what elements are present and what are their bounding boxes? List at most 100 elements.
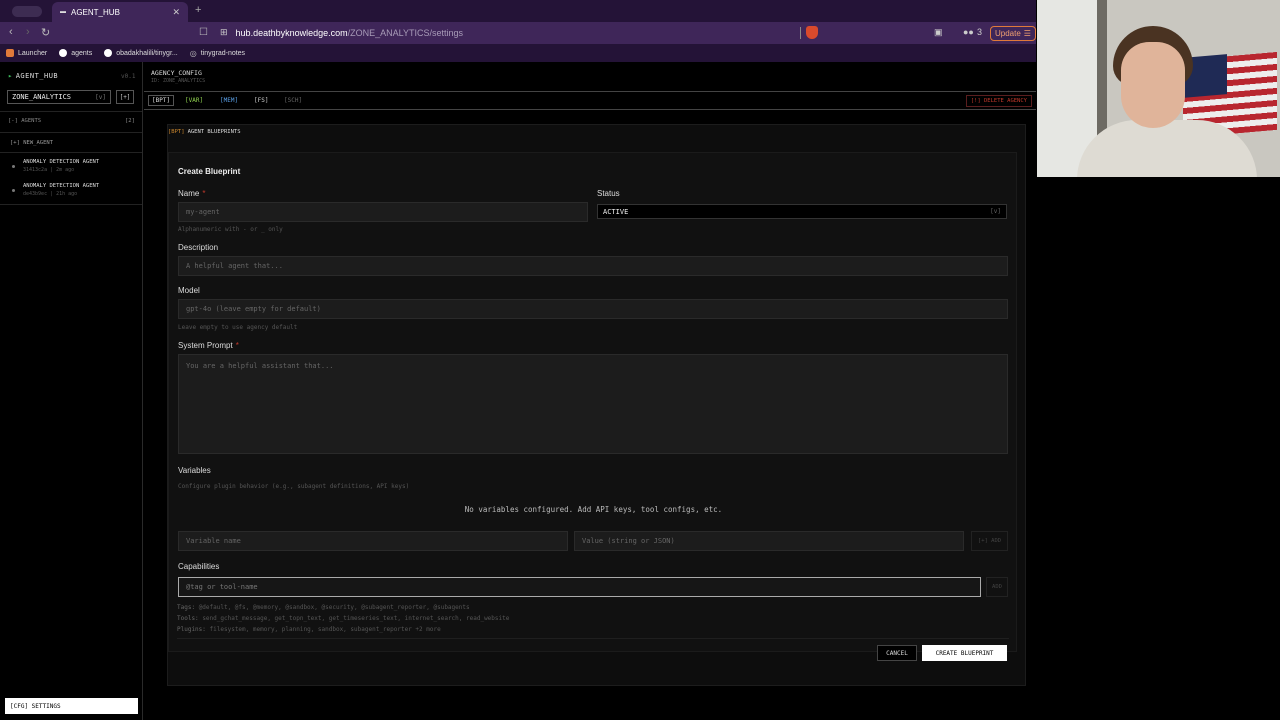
- section-header: [BPT] AGENT BLUEPRINTS: [168, 129, 241, 135]
- plugins-key: Plugins:: [177, 626, 206, 633]
- status-value: ACTIVE: [603, 207, 629, 216]
- form-title: Create Blueprint: [178, 167, 241, 176]
- divider: [0, 204, 142, 205]
- browser-tab-bar: ▬ AGENT_HUB ✕ +: [0, 0, 1036, 22]
- tab-close-icon[interactable]: ✕: [172, 7, 180, 18]
- name-hint: Alphanumeric with - or _ only: [178, 226, 283, 233]
- description-label: Description: [178, 243, 219, 252]
- bookmark-tinygrad-notes[interactable]: ◎ tinygrad-notes: [190, 49, 245, 58]
- system-prompt-label-text: System Prompt: [178, 341, 233, 350]
- sidebar-toggle-icon[interactable]: ▣: [934, 27, 943, 38]
- agent-meta: 31413c2a | 2m ago: [23, 167, 75, 173]
- tags-value: @default, @fs, @memory, @sandbox, @secur…: [198, 604, 470, 611]
- capability-input[interactable]: @tag or tool-name: [178, 577, 981, 597]
- menu-icon: ☰: [1023, 29, 1031, 38]
- name-label: Name *: [178, 189, 205, 198]
- status-select[interactable]: ACTIVE [v]: [597, 204, 1007, 219]
- url-host: hub.deathbyknowledge.com: [235, 27, 348, 38]
- chevron-down-icon: [v]: [95, 93, 106, 101]
- chevron-down-icon: [v]: [990, 208, 1001, 215]
- section-tag: [BPT]: [168, 129, 185, 135]
- model-label: Model: [178, 286, 200, 295]
- agent-status-dot: [12, 165, 15, 168]
- github-icon: [104, 49, 113, 57]
- webcam-overlay: [1037, 0, 1280, 177]
- divider: [0, 132, 142, 133]
- tab-schedules[interactable]: [SCH]: [284, 97, 302, 104]
- reload-icon[interactable]: ↻: [41, 26, 50, 39]
- bookmark-icon[interactable]: ☐: [199, 27, 208, 38]
- tools-value: send_gchat_message, get_topn_text, get_t…: [202, 615, 510, 622]
- variables-label: Variables: [178, 466, 211, 475]
- page-subtitle: ID: ZONE_ANALYTICS: [151, 78, 206, 84]
- brand-label: AGENT_HUB: [15, 72, 59, 80]
- globe-icon: ◎: [189, 48, 197, 58]
- webcam-person-face: [1121, 42, 1185, 128]
- prompt-arrow-icon: ▸: [8, 72, 13, 80]
- tab-filesystem[interactable]: [FS]: [254, 97, 268, 104]
- address-bar: ‹ › ↻ ☐ ⊞ hub.deathbyknowledge.com/ZONE_…: [0, 22, 1036, 44]
- back-icon[interactable]: ‹: [9, 26, 13, 38]
- url-field[interactable]: ⊞ hub.deathbyknowledge.com/ZONE_ANALYTIC…: [220, 27, 463, 38]
- browser-tab-active[interactable]: ▬ AGENT_HUB ✕: [52, 2, 188, 22]
- cancel-button[interactable]: CANCEL: [877, 645, 917, 661]
- bookmark-launcher[interactable]: Launcher: [6, 49, 47, 57]
- create-blueprint-button[interactable]: CREATE BLUEPRINT: [922, 645, 1007, 661]
- tags-key: Tags:: [177, 604, 196, 611]
- new-tab-icon[interactable]: +: [195, 4, 201, 16]
- bookmark-agents[interactable]: agents: [59, 49, 92, 57]
- tools-key: Tools:: [177, 615, 199, 622]
- variable-value-input[interactable]: Value (string or JSON): [574, 531, 964, 551]
- plugins-value: filesystem, memory, planning, sandbox, s…: [209, 626, 441, 633]
- model-hint: Leave empty to use agency default: [178, 324, 298, 331]
- tab-variables[interactable]: [VAR]: [185, 97, 203, 104]
- site-settings-icon[interactable]: ⊞: [220, 27, 228, 38]
- agent-list-item[interactable]: ANOMALY DETECTION AGENT de43b9ec | 21h a…: [4, 180, 138, 202]
- launcher-icon: [6, 49, 14, 57]
- bookmark-label: agents: [71, 49, 93, 57]
- forward-icon[interactable]: ›: [26, 26, 30, 38]
- extensions-icon[interactable]: ●●: [963, 27, 974, 37]
- section-title: AGENT BLUEPRINTS: [187, 129, 241, 135]
- pinned-tab[interactable]: [12, 6, 42, 17]
- update-label: Update: [995, 29, 1021, 38]
- brave-shield-icon[interactable]: [806, 26, 818, 39]
- agents-header[interactable]: [-] AGENTS: [8, 118, 41, 124]
- add-capability-button[interactable]: ADD: [986, 577, 1008, 597]
- add-variable-button[interactable]: [+] ADD: [971, 531, 1008, 551]
- description-input[interactable]: A helpful agent that...: [178, 256, 1008, 276]
- app-root: ▸ AGENT_HUB v0.1 ZONE_ANALYTICS [v] [+] […: [0, 62, 1036, 720]
- tab-blueprints[interactable]: [BPT]: [148, 95, 175, 106]
- agent-status-dot: [12, 189, 15, 192]
- model-input[interactable]: gpt-4o (leave empty for default): [178, 299, 1008, 319]
- agent-list-item[interactable]: ANOMALY DETECTION AGENT 31413c2a | 2m ag…: [4, 156, 138, 178]
- plugins-line: Plugins: filesystem, memory, planning, s…: [177, 626, 441, 633]
- sidebar: ▸ AGENT_HUB v0.1 ZONE_ANALYTICS [v] [+] […: [0, 62, 143, 720]
- update-button[interactable]: Update ☰: [990, 26, 1036, 41]
- system-prompt-label: System Prompt *: [178, 341, 239, 350]
- name-label-text: Name: [178, 189, 200, 198]
- add-zone-button[interactable]: [+]: [116, 90, 134, 104]
- brand: ▸ AGENT_HUB: [8, 72, 58, 80]
- tab-memory[interactable]: [MEM]: [220, 97, 238, 104]
- agent-name: ANOMALY DETECTION AGENT: [23, 183, 100, 189]
- tools-line: Tools: send_gchat_message, get_topn_text…: [177, 615, 509, 622]
- new-agent-button[interactable]: [+] NEW_AGENT: [10, 140, 53, 146]
- settings-button[interactable]: [CFG] SETTINGS: [5, 698, 138, 714]
- capabilities-label: Capabilities: [178, 562, 220, 571]
- bookmark-tinygrad[interactable]: obadakhalili/tinygr...: [104, 49, 178, 57]
- extensions-count: 3: [977, 27, 983, 37]
- zone-select[interactable]: ZONE_ANALYTICS [v]: [7, 90, 111, 104]
- zone-value: ZONE_ANALYTICS: [12, 93, 72, 101]
- variable-name-input[interactable]: Variable name: [178, 531, 568, 551]
- delete-agency-button[interactable]: [!] DELETE AGENCY: [965, 95, 1032, 107]
- system-prompt-textarea[interactable]: You are a helpful assistant that...: [178, 354, 1008, 454]
- version-label: v0.1: [121, 73, 136, 80]
- agent-name: ANOMALY DETECTION AGENT: [23, 159, 100, 165]
- url-path: /ZONE_ANALYTICS/settings: [347, 27, 463, 38]
- agent-meta: de43b9ec | 21h ago: [23, 191, 78, 197]
- tags-line: Tags: @default, @fs, @memory, @sandbox, …: [177, 604, 470, 611]
- agents-count: [2]: [125, 118, 135, 124]
- status-label: Status: [597, 189, 620, 198]
- name-input[interactable]: my-agent: [178, 202, 588, 222]
